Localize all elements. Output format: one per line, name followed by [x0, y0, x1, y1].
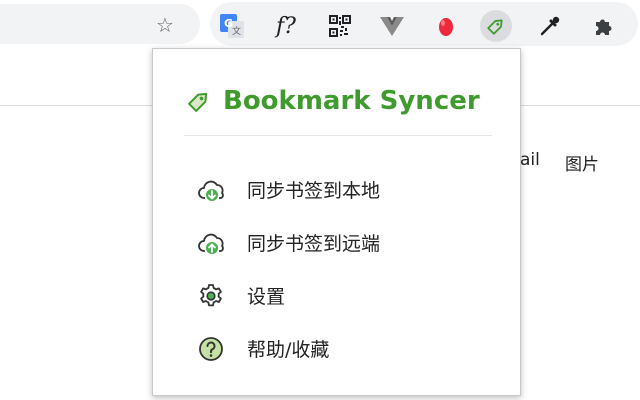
svg-text:文: 文	[232, 25, 241, 37]
menu-label: 设置	[247, 286, 286, 308]
menu-item-sync-remote[interactable]: 同步书签到远端	[197, 216, 487, 269]
menu-label: 帮助/收藏	[247, 339, 330, 361]
bookmark-tag-icon[interactable]	[480, 10, 512, 42]
menu-label: 同步书签到本地	[247, 180, 381, 202]
tag-icon	[185, 87, 213, 115]
header-divider	[184, 135, 492, 136]
extensions-bar: G 文 f?	[210, 2, 638, 46]
gear-icon	[197, 282, 231, 310]
menu-label: 同步书签到远端	[247, 233, 381, 255]
function-icon[interactable]: f?	[270, 10, 302, 42]
vue-devtools-icon[interactable]	[376, 10, 408, 42]
menu-item-sync-local[interactable]: 同步书签到本地	[197, 163, 487, 216]
eyedropper-icon[interactable]	[534, 10, 566, 42]
popup-title: Bookmark Syncer	[223, 86, 480, 116]
bookmark-syncer-popup: Bookmark Syncer 同步书签到本地 同步书签到远端 设置 帮助/收藏	[152, 48, 521, 396]
menu-item-help[interactable]: 帮助/收藏	[197, 322, 487, 375]
popup-menu: 同步书签到本地 同步书签到远端 设置 帮助/收藏	[197, 163, 487, 375]
browser-toolbar: ☆ G 文 f?	[0, 0, 640, 50]
star-icon[interactable]: ☆	[152, 12, 178, 38]
red-drop-icon[interactable]	[430, 10, 462, 42]
puzzle-extensions-icon[interactable]	[588, 10, 620, 42]
gmail-link[interactable]: ail	[520, 150, 540, 170]
menu-item-settings[interactable]: 设置	[197, 269, 487, 322]
help-icon	[197, 335, 231, 363]
google-translate-icon[interactable]: G 文	[216, 10, 248, 42]
cloud-upload-icon	[197, 229, 231, 257]
cloud-download-icon	[197, 176, 231, 204]
qr-code-icon[interactable]	[324, 10, 356, 42]
function-icon-label: f?	[276, 13, 296, 39]
popup-header: Bookmark Syncer	[185, 83, 480, 119]
images-link[interactable]: 图片	[565, 150, 599, 175]
